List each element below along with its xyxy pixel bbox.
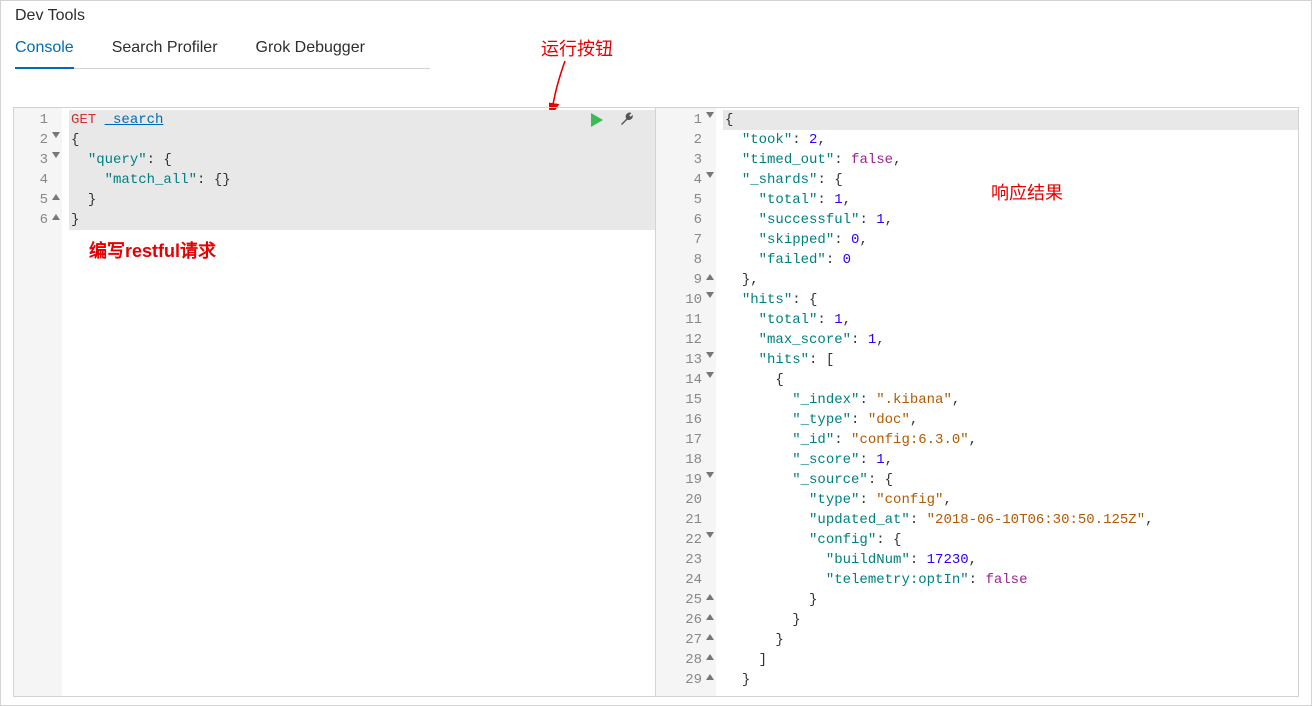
code-line: "total": 1, xyxy=(723,190,1298,210)
run-button[interactable] xyxy=(589,112,605,133)
tabs-divider xyxy=(15,68,430,69)
code-line[interactable]: } xyxy=(69,210,655,230)
code-line: "_source": { xyxy=(723,470,1298,490)
code-line: "updated_at": "2018-06-10T06:30:50.125Z"… xyxy=(723,510,1298,530)
response-viewer[interactable]: ⋮ 12345678910111213141516171819202122232… xyxy=(656,108,1298,696)
tab-grok-debugger[interactable]: Grok Debugger xyxy=(256,39,365,69)
code-line: "max_score": 1, xyxy=(723,330,1298,350)
code-line[interactable]: } xyxy=(69,190,655,210)
code-line[interactable]: GET _search xyxy=(69,110,655,130)
code-line: { xyxy=(723,370,1298,390)
code-line: { xyxy=(723,110,1298,130)
line-gutter: 1234567891011121314151617181920212223242… xyxy=(656,108,716,696)
code-line: "_type": "doc", xyxy=(723,410,1298,430)
code-line: "hits": { xyxy=(723,290,1298,310)
code-line: "successful": 1, xyxy=(723,210,1298,230)
code-line: "_shards": { xyxy=(723,170,1298,190)
code-line: } xyxy=(723,630,1298,650)
code-line: "type": "config", xyxy=(723,490,1298,510)
code-line[interactable]: "query": { xyxy=(69,150,655,170)
code-line: "took": 2, xyxy=(723,130,1298,150)
tabs: Console Search Profiler Grok Debugger xyxy=(1,25,1311,69)
code-line: ] xyxy=(723,650,1298,670)
code-line: "skipped": 0, xyxy=(723,230,1298,250)
wrench-icon[interactable] xyxy=(619,111,635,132)
code-line: "telemetry:optIn": false xyxy=(723,570,1298,590)
code-line: "_index": ".kibana", xyxy=(723,390,1298,410)
page-title: Dev Tools xyxy=(15,7,85,24)
code-line[interactable]: { xyxy=(69,130,655,150)
code-line: }, xyxy=(723,270,1298,290)
code-line: } xyxy=(723,610,1298,630)
code-line: "buildNum": 17230, xyxy=(723,550,1298,570)
request-code[interactable]: GET _search{ "query": { "match_all": {} … xyxy=(69,108,655,696)
code-line: } xyxy=(723,670,1298,690)
code-line: "hits": [ xyxy=(723,350,1298,370)
code-line: "config": { xyxy=(723,530,1298,550)
request-editor[interactable]: 123456 GET _search{ "query": { "match_al… xyxy=(14,108,656,696)
tab-console[interactable]: Console xyxy=(15,39,74,69)
code-line: } xyxy=(723,590,1298,610)
code-line[interactable]: "match_all": {} xyxy=(69,170,655,190)
code-line: "_id": "config:6.3.0", xyxy=(723,430,1298,450)
code-line: "failed": 0 xyxy=(723,250,1298,270)
response-code: { "took": 2, "timed_out": false, "_shard… xyxy=(723,108,1298,696)
code-line: "total": 1, xyxy=(723,310,1298,330)
code-line: "timed_out": false, xyxy=(723,150,1298,170)
code-line: "_score": 1, xyxy=(723,450,1298,470)
tab-search-profiler[interactable]: Search Profiler xyxy=(112,39,218,69)
line-gutter: 123456 xyxy=(14,108,62,696)
